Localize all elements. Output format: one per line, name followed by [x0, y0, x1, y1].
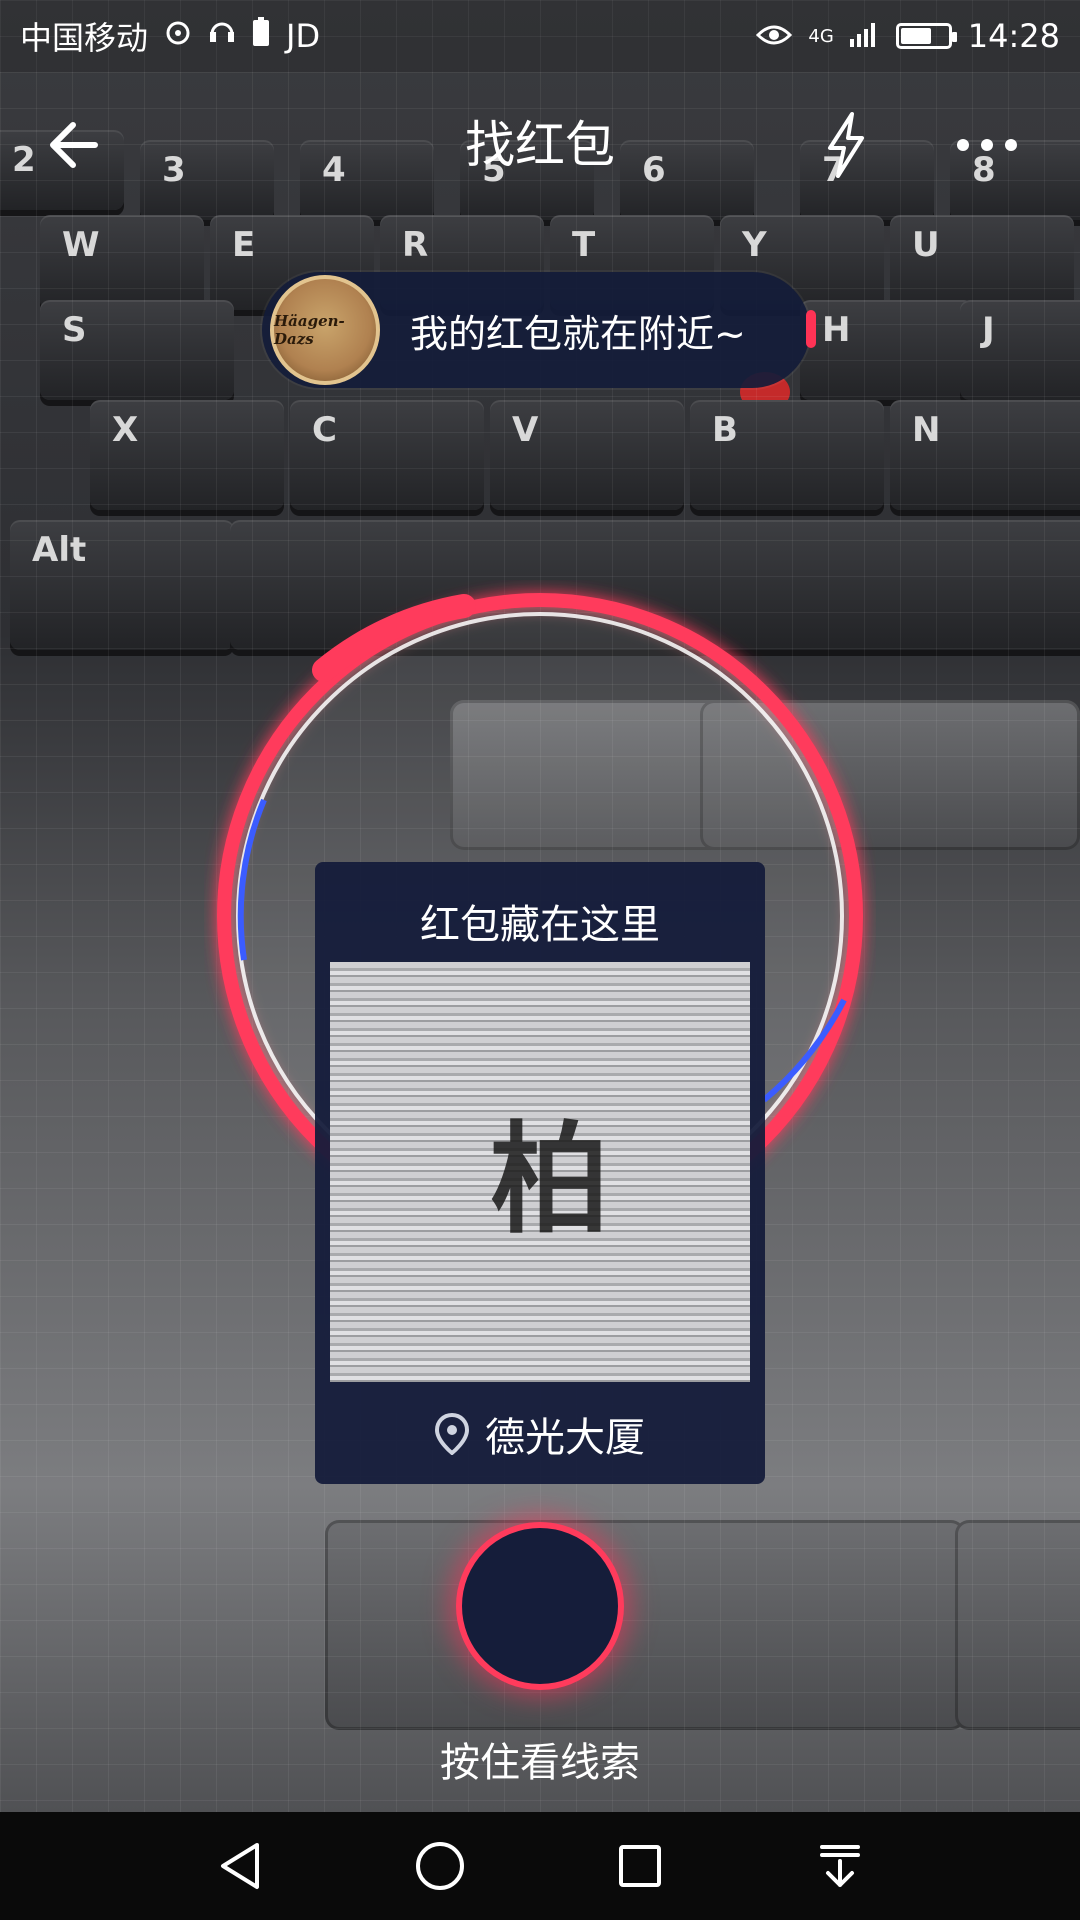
- clue-image: 柏: [330, 962, 750, 1382]
- clue-card: 红包藏在这里 柏 德光大厦: [315, 862, 765, 1484]
- system-nav-bar: [0, 1812, 1080, 1920]
- eye-icon: [756, 17, 793, 55]
- flash-button[interactable]: [790, 90, 900, 200]
- system-home-button[interactable]: [390, 1816, 490, 1916]
- notification-pull-icon: [820, 1845, 860, 1887]
- system-recents-button[interactable]: [590, 1816, 690, 1916]
- merchant-message-bubble: Häagen-Dazs 我的红包就在附近~: [262, 272, 816, 388]
- recents-square-icon: [619, 1845, 661, 1887]
- more-dots-icon: [957, 139, 1017, 151]
- lightning-icon: [828, 112, 864, 178]
- location-name: 德光大厦: [485, 1415, 645, 1461]
- location-pin-icon: [435, 1413, 469, 1455]
- system-back-button[interactable]: [190, 1816, 290, 1916]
- clue-image-character: 柏: [490, 1109, 610, 1250]
- network-label: 4G: [808, 25, 834, 47]
- home-circle-icon: [416, 1842, 464, 1890]
- carrier-label: 中国移动: [20, 19, 149, 57]
- hold-to-view-clue-button[interactable]: [456, 1522, 624, 1690]
- signal-icon: [849, 17, 880, 55]
- merchant-avatar: Häagen-Dazs: [270, 275, 380, 385]
- hold-button-label: 按住看线索: [440, 1740, 640, 1786]
- avatar-logo-text: Häagen-Dazs: [274, 312, 345, 348]
- bubble-message: 我的红包就在附近~: [410, 311, 746, 356]
- top-nav-bar: 找红包: [0, 90, 1080, 200]
- headset-icon: [208, 16, 236, 56]
- more-button[interactable]: [932, 90, 1042, 200]
- sim-icon: [252, 17, 270, 55]
- bubble-indicator: [806, 310, 816, 348]
- status-bar: 中国移动 JD 4G 14:28: [0, 0, 1080, 72]
- back-triangle-icon: [221, 1843, 259, 1889]
- app-badge: JD: [286, 17, 321, 55]
- page-title: 找红包: [465, 116, 615, 174]
- clue-location: 德光大厦: [315, 1404, 765, 1464]
- system-notification-button[interactable]: [790, 1816, 890, 1916]
- battery-icon: [895, 23, 957, 49]
- clue-title: 红包藏在这里: [420, 902, 660, 948]
- clock: 14:28: [967, 17, 1060, 55]
- sync-icon: [164, 17, 192, 55]
